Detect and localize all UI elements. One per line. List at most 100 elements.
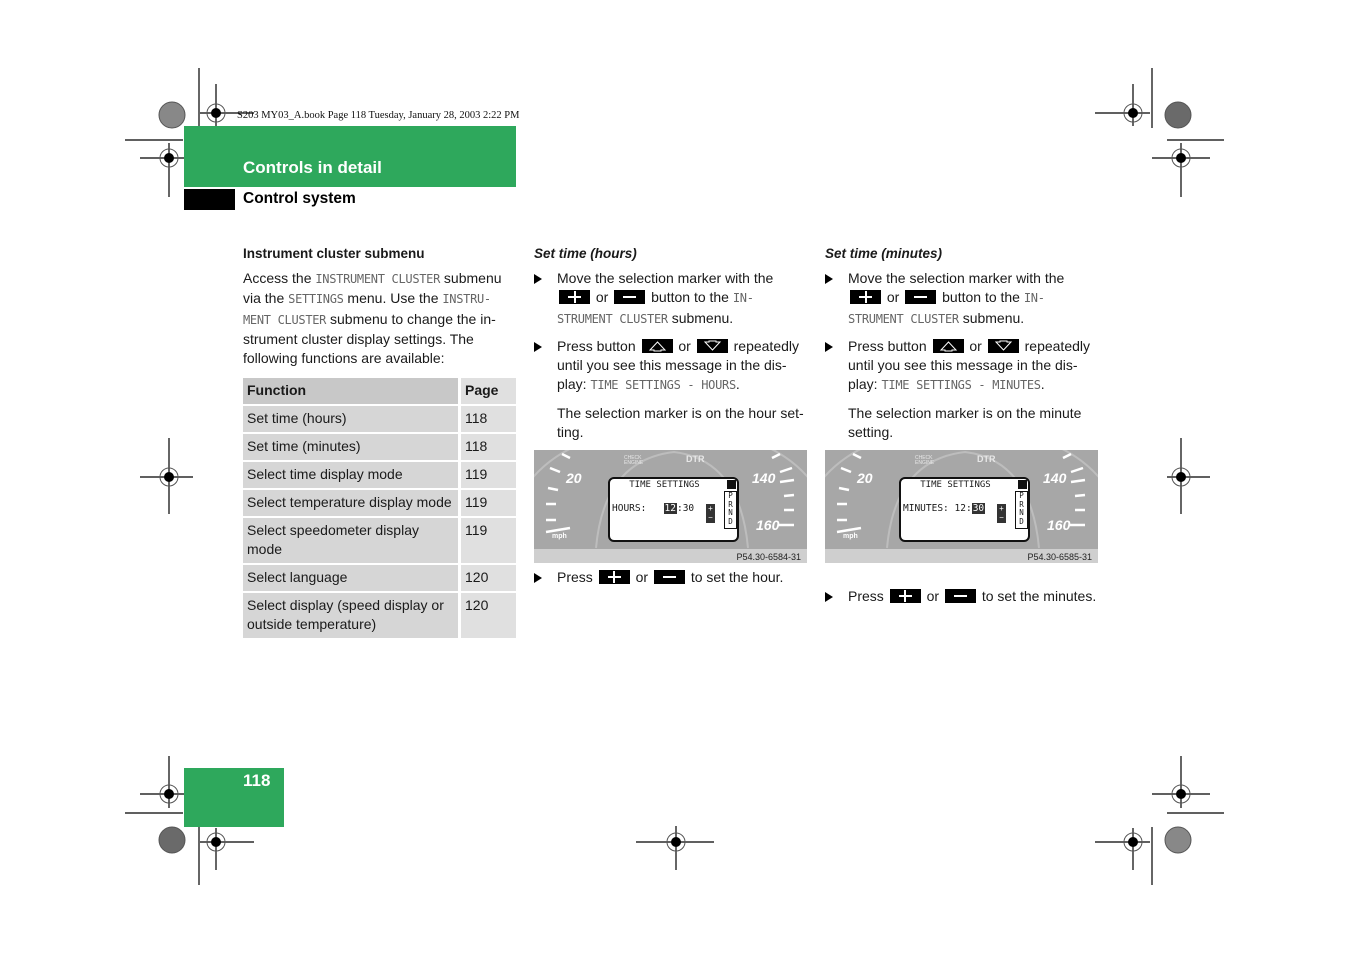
table-row: Set time (hours) 118 xyxy=(243,405,516,433)
gear-d: D xyxy=(1019,516,1024,526)
speed-label: 20 xyxy=(566,470,582,486)
column-header-page: Page xyxy=(458,378,516,405)
intro-section: Instrument cluster submenu Access the IN… xyxy=(243,246,518,368)
menu-name: INSTRUMENT CLUSTER xyxy=(315,272,441,286)
display-title: TIME SETTINGS xyxy=(629,480,700,490)
function-cell: Select language xyxy=(243,564,460,592)
speed-label: 160 xyxy=(1047,517,1071,533)
page-number: 118 xyxy=(243,771,271,790)
figure-code: P54.30-6585-31 xyxy=(1027,552,1092,562)
text: Move the selection marker with the xyxy=(557,270,774,286)
minute-value-selected: 30 xyxy=(971,503,986,514)
hours-note: The selection marker is on the hour set-… xyxy=(557,404,804,441)
display-message: TIME SETTINGS - HOURS xyxy=(590,378,736,393)
multifunction-display: TIME SETTINGS HOURS: 12:30 + − PRND xyxy=(608,477,739,542)
intro-heading: Instrument cluster submenu xyxy=(243,246,425,261)
minutes-note: The selection marker is on the minute se… xyxy=(848,404,1082,441)
text: or xyxy=(635,569,649,585)
gear-indicator: PRND xyxy=(1015,491,1028,529)
hours-heading: Set time (hours) xyxy=(534,246,637,261)
table-row: Set time (minutes) 118 xyxy=(243,433,516,461)
figure-code: P54.30-6584-31 xyxy=(736,552,801,562)
functions-table: Function Page Set time (hours) 118 Set ti… xyxy=(243,378,516,640)
speed-label: 140 xyxy=(752,470,776,486)
text: menu. Use the xyxy=(343,290,443,307)
text: submenu. xyxy=(671,309,734,326)
multifunction-display: TIME SETTINGS MINUTES: 12:30 + − PRND xyxy=(899,477,1030,542)
text: Press button xyxy=(848,337,927,354)
instrument-cluster-figure-minutes: 20 140 160 mph CHECK ENGINE DTR TIME SET… xyxy=(825,450,1098,563)
hours-step-1: Move the selection marker with the or bu… xyxy=(534,269,809,329)
minus-button-icon xyxy=(614,290,646,305)
page-cell: 119 xyxy=(458,489,516,517)
text: Press button xyxy=(557,337,636,354)
page-cell: 120 xyxy=(458,564,516,592)
subsection-marker xyxy=(184,189,235,210)
arrow-down-button-icon xyxy=(696,338,728,353)
dtr-indicator: DTR xyxy=(977,454,996,464)
minute-value: 30 xyxy=(682,503,695,514)
bullet-triangle-icon xyxy=(825,341,833,352)
check-engine-indicator: CHECK ENGINE xyxy=(915,455,935,466)
function-cell: Select speedometer display mode xyxy=(243,517,460,564)
text: or xyxy=(969,337,982,354)
bullet-triangle-icon xyxy=(534,573,542,583)
text: to set the hour. xyxy=(690,569,784,585)
check-engine-indicator: CHECK ENGINE xyxy=(624,455,644,466)
instrument-cluster-figure-hours: 20 140 160 mph CHECK ENGINE DTR TIME SET… xyxy=(534,450,807,563)
bullet-triangle-icon xyxy=(825,274,833,284)
column-header-function: Function xyxy=(243,378,460,405)
text: to set the minutes. xyxy=(981,588,1097,605)
text: Access the xyxy=(243,270,316,286)
minus-button-icon xyxy=(653,570,685,584)
hour-value: 12 xyxy=(954,503,966,514)
arrow-down-button-icon xyxy=(987,338,1019,353)
print-slug: S203 MY03_A.book Page 118 Tuesday, Janua… xyxy=(237,110,520,121)
page-cell: 119 xyxy=(458,517,516,564)
time-separator: : xyxy=(965,503,972,514)
arrow-up-button-icon xyxy=(932,338,964,353)
function-cell: Select time display mode xyxy=(243,461,460,489)
subsection-title: Control system xyxy=(243,190,356,207)
display-label: HOURS: xyxy=(612,503,647,514)
plus-minus-indicator: + − xyxy=(706,504,715,523)
section-title: Controls in detail xyxy=(243,158,382,177)
text: or xyxy=(926,588,940,605)
function-cell: Set time (hours) xyxy=(243,405,460,433)
dtr-indicator: DTR xyxy=(686,454,705,464)
function-cell: Set time (minutes) xyxy=(243,433,460,461)
display-line: HOURS: 12:30 xyxy=(612,503,694,514)
plus-button-icon xyxy=(598,570,630,584)
page-cell: 120 xyxy=(458,592,516,639)
minus-button-icon xyxy=(905,290,937,305)
table-row: Select speedometer display mode 119 xyxy=(243,517,516,564)
bullet-triangle-icon xyxy=(534,341,542,352)
speed-unit: mph xyxy=(843,533,858,540)
speed-label: 20 xyxy=(857,470,873,486)
function-cell: Select temperature display mode xyxy=(243,489,460,517)
function-cell: Select display (speed display or outside… xyxy=(243,592,460,639)
text: or xyxy=(595,289,609,306)
set-time-hours-section: Set time (hours) Move the selection mark… xyxy=(534,246,809,442)
text: Press xyxy=(848,588,884,605)
text: Press xyxy=(557,569,593,585)
minus-button-icon xyxy=(944,589,976,604)
text: Move the selection marker with the xyxy=(848,270,1065,286)
table-row: Select display (speed display or outside… xyxy=(243,592,516,639)
text: button to the xyxy=(651,289,729,306)
page-cell: 118 xyxy=(458,433,516,461)
display-message: TIME SETTINGS - MINUTES xyxy=(881,378,1041,393)
text: button to the xyxy=(942,289,1020,306)
speed-label: 160 xyxy=(756,517,780,533)
plus-minus-indicator: + − xyxy=(997,504,1006,523)
display-marker xyxy=(1018,480,1027,489)
hours-step-2: Press button or repeatedly until you see… xyxy=(534,337,809,396)
display-label: MINUTES: xyxy=(903,503,949,514)
hours-step-3: Press or to set the hour. xyxy=(534,568,832,587)
plus-button-icon xyxy=(559,290,590,305)
gear-d: D xyxy=(728,516,733,526)
page-cell: 119 xyxy=(458,461,516,489)
intro-paragraph: Access the INSTRUMENT CLUSTER submenu vi… xyxy=(243,269,518,368)
display-marker xyxy=(727,480,736,489)
table-row: Select time display mode 119 xyxy=(243,461,516,489)
